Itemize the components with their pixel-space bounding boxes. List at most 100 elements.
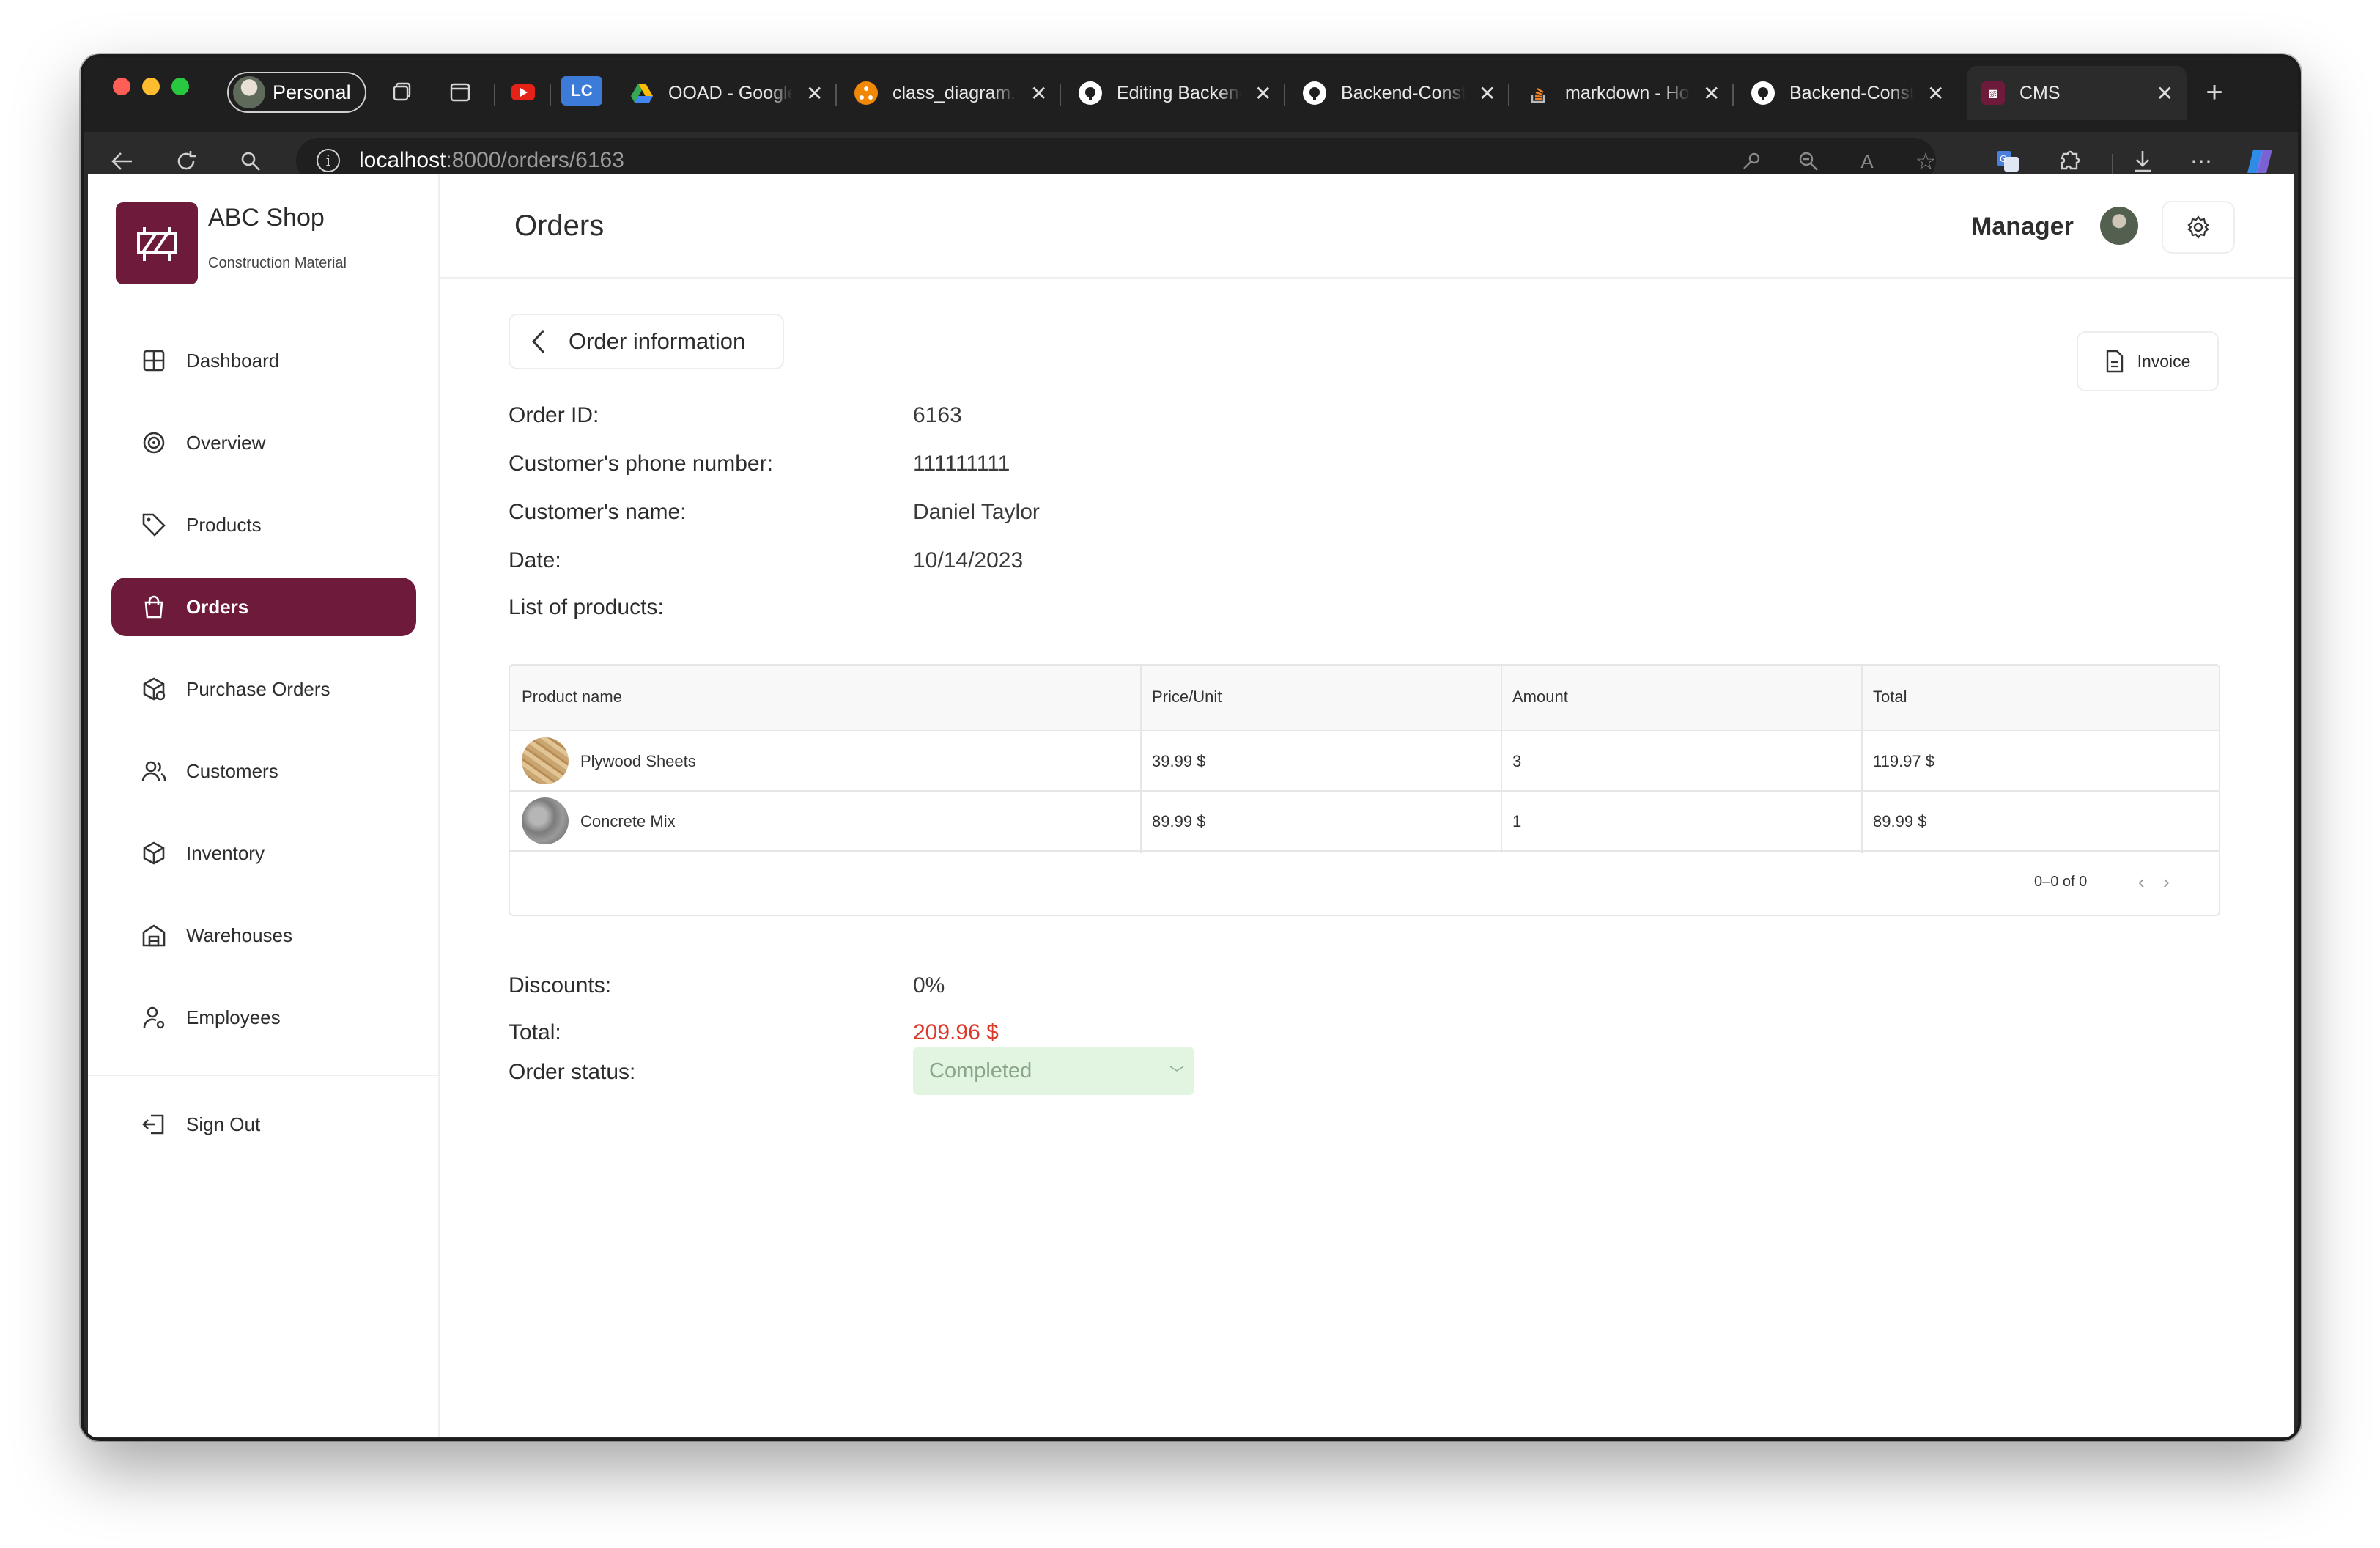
more-options-icon[interactable]: ⋯ [2187, 147, 2216, 176]
invoice-button[interactable]: Invoice [2077, 331, 2219, 391]
sidebar-item-orders[interactable]: Orders [111, 578, 416, 636]
tab-editing-backend[interactable]: Editing Backend ✕ [1064, 66, 1284, 120]
back-arrow-icon[interactable] [107, 147, 136, 176]
sidebar-item-purchase-orders[interactable]: Purchase Orders [111, 660, 416, 718]
sidebar-item-overview[interactable]: Overview [111, 413, 416, 472]
sign-out-icon [142, 1114, 164, 1135]
sidebar-item-warehouses[interactable]: Warehouses [111, 906, 416, 965]
leetcode-tab-icon[interactable]: LC [561, 76, 602, 106]
cms-icon: ▨ [1981, 81, 2005, 105]
tab-class-diagram[interactable]: class_diagram.drawio ✕ [840, 66, 1060, 120]
profile-button[interactable]: Personal [227, 72, 366, 113]
document-icon [2106, 350, 2123, 373]
stackoverflow-icon [1527, 81, 1551, 105]
close-tab-icon[interactable]: ✕ [806, 81, 823, 106]
total-value: 209.96 $ [913, 1020, 999, 1044]
table-row[interactable]: Plywood Sheets 39.99 $ 3 119.97 $ [510, 731, 2219, 792]
discount-value: 0% [913, 973, 945, 998]
product-thumbnail [522, 797, 569, 844]
favorite-star-icon[interactable]: ☆ [1911, 147, 1940, 176]
gear-icon [2187, 215, 2209, 239]
tab-backend-construction[interactable]: Backend-Construction ✕ [1288, 66, 1508, 120]
sidebar-divider [88, 1075, 440, 1076]
column-header[interactable]: Price/Unit [1152, 688, 1222, 707]
phone-label: Customer's phone number: [509, 452, 773, 476]
close-tab-icon[interactable]: ✕ [2157, 81, 2173, 106]
settings-button[interactable] [2162, 201, 2235, 254]
dashboard-icon [143, 350, 165, 372]
github-icon [1303, 81, 1326, 105]
tab-cms[interactable]: ▨ CMS ✕ [1967, 66, 2187, 120]
browser-window: Personal LC OOAD - Google ✕ class_diagra… [81, 54, 2301, 1441]
chevron-left-icon [531, 329, 545, 354]
sign-out-button[interactable]: Sign Out [111, 1095, 416, 1154]
sidebar-item-products[interactable]: Products [111, 495, 416, 554]
tab-ooad[interactable]: OOAD - Google ✕ [616, 66, 835, 120]
customer-name-label: Customer's name: [509, 500, 687, 524]
tab-backend-construction-2[interactable]: Backend-Construction ✕ [1737, 66, 1956, 120]
order-status-select[interactable]: Completed ﹀ [913, 1047, 1194, 1095]
back-button[interactable]: Order information [509, 314, 784, 369]
order-id-label: Order ID: [509, 403, 599, 427]
top-bar: Orders Manager [440, 174, 2294, 279]
close-tab-icon[interactable]: ✕ [1479, 81, 1496, 106]
password-key-icon[interactable] [1737, 147, 1766, 176]
products-table: Product name Price/Unit Amount Total Ply… [509, 664, 2220, 916]
date-label: Date: [509, 548, 561, 572]
page-title: Orders [514, 210, 605, 242]
avatar[interactable] [2100, 207, 2138, 245]
sidebar-item-employees[interactable]: Employees [111, 988, 416, 1047]
date-value: 10/14/2023 [913, 548, 1024, 572]
overview-icon [143, 432, 165, 454]
close-tab-icon[interactable]: ✕ [1703, 81, 1720, 106]
brand-name: ABC Shop [208, 204, 325, 232]
customer-name-value: Daniel Taylor [913, 500, 1040, 524]
drawio-icon [854, 81, 878, 105]
reload-icon[interactable] [171, 147, 201, 176]
employee-icon [143, 1006, 165, 1029]
youtube-tab-icon[interactable] [510, 79, 536, 106]
close-tab-icon[interactable]: ✕ [1254, 81, 1271, 106]
site-info-icon[interactable]: i [317, 149, 340, 172]
sidebar-item-inventory[interactable]: Inventory [111, 824, 416, 882]
github-icon [1751, 81, 1775, 105]
column-header[interactable]: Amount [1512, 688, 1568, 707]
minimize-window-button[interactable] [142, 78, 160, 95]
zoom-window-button[interactable] [171, 78, 189, 95]
close-tab-icon[interactable]: ✕ [1927, 81, 1944, 106]
product-thumbnail [522, 737, 569, 784]
users-icon [141, 761, 166, 782]
close-tab-icon[interactable]: ✕ [1030, 81, 1047, 106]
sidebar-item-customers[interactable]: Customers [111, 742, 416, 800]
sidebar-item-dashboard[interactable]: Dashboard [111, 331, 416, 390]
google-drive-icon [630, 81, 654, 105]
discount-label: Discounts: [509, 973, 612, 998]
next-page-icon[interactable]: › [2163, 871, 2170, 893]
column-header[interactable]: Product name [522, 688, 622, 707]
tab-actions-icon[interactable] [447, 79, 473, 106]
web-page: ABC Shop Construction Material Dashboard… [88, 174, 2294, 1437]
extensions-icon[interactable] [2055, 147, 2084, 176]
phone-value: 111111111 [913, 452, 1010, 476]
read-aloud-icon[interactable]: A [1852, 147, 1882, 176]
column-header[interactable]: Total [1873, 688, 1907, 707]
profile-avatar [233, 76, 265, 108]
products-list-label: List of products: [509, 595, 664, 619]
tab-markdown[interactable]: markdown - How ✕ [1512, 66, 1732, 120]
tab-bar: Personal LC OOAD - Google ✕ class_diagra… [84, 57, 2298, 132]
close-window-button[interactable] [113, 78, 130, 95]
search-icon[interactable] [236, 147, 265, 176]
copilot-icon[interactable] [2245, 147, 2274, 176]
pagination-info: 0–0 of 0 [2034, 874, 2088, 890]
prev-page-icon[interactable]: ‹ [2138, 871, 2145, 893]
workspaces-icon[interactable] [390, 79, 416, 106]
zoom-out-icon[interactable] [1794, 147, 1823, 176]
new-tab-icon[interactable]: + [2201, 76, 2228, 108]
downloads-icon[interactable] [2128, 147, 2157, 176]
table-row[interactable]: Concrete Mix 89.99 $ 1 89.99 $ [510, 792, 2219, 852]
order-status-label: Order status: [509, 1060, 636, 1084]
translate-icon[interactable]: G [1993, 147, 2022, 176]
main-content: Orders Manager Order information Invoice… [440, 174, 2294, 1437]
warehouse-icon [142, 924, 166, 947]
shop-logo-icon [116, 202, 198, 284]
